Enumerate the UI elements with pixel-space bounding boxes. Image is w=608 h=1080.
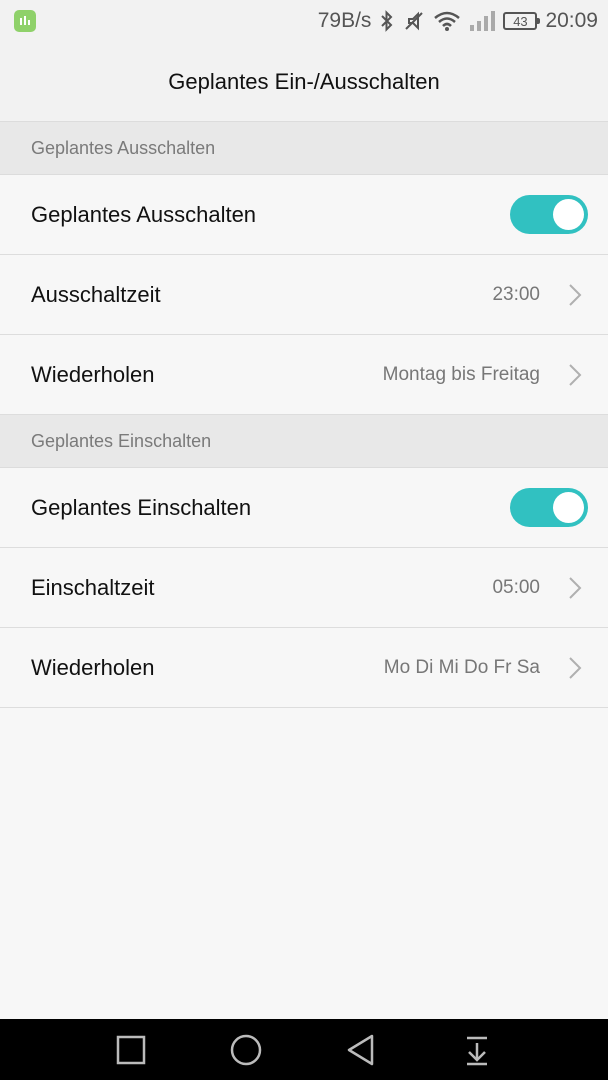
wifi-icon (434, 11, 461, 31)
page-title: Geplantes Ein-/Ausschalten (168, 68, 440, 94)
navigation-bar (0, 1019, 608, 1080)
section-header-label: Geplantes Ausschalten (31, 137, 216, 158)
battery-icon: 43 (503, 12, 541, 30)
bluetooth-icon (381, 10, 393, 32)
row-label: Geplantes Einschalten (31, 495, 252, 520)
shutdown-toggle-switch[interactable] (510, 195, 588, 234)
row-label: Wiederholen (31, 655, 155, 680)
row-value: Mo Di Mi Do Fr Sa (383, 657, 540, 678)
app-notification-icon (14, 10, 36, 32)
startup-time-row[interactable]: Einschaltzeit 05:00 (0, 548, 608, 628)
recent-apps-icon[interactable] (114, 1033, 148, 1067)
chevron-right-icon (569, 284, 582, 306)
toggle-knob (553, 492, 584, 523)
back-icon[interactable] (344, 1033, 378, 1067)
row-label: Wiederholen (31, 362, 155, 387)
startup-toggle-row[interactable]: Geplantes Einschalten (0, 468, 608, 548)
silent-icon (405, 11, 424, 31)
signal-icon (470, 11, 496, 31)
section-header-label: Geplantes Einschalten (31, 430, 212, 451)
startup-repeat-row[interactable]: Wiederholen Mo Di Mi Do Fr Sa (0, 628, 608, 708)
row-label: Ausschaltzeit (31, 282, 161, 307)
chevron-right-icon (569, 364, 582, 386)
clock: 20:09 (545, 9, 598, 32)
shutdown-toggle-row[interactable]: Geplantes Ausschalten (0, 175, 608, 255)
shutdown-time-row[interactable]: Ausschaltzeit 23:00 (0, 255, 608, 335)
shutdown-repeat-row[interactable]: Wiederholen Montag bis Freitag (0, 335, 608, 415)
row-value: 23:00 (492, 284, 540, 305)
section-header-startup: Geplantes Einschalten (0, 415, 608, 468)
chevron-right-icon (569, 657, 582, 679)
network-speed: 79B/s (317, 9, 372, 32)
row-value: Montag bis Freitag (382, 364, 540, 385)
notification-pull-icon[interactable] (460, 1033, 494, 1067)
section-header-shutdown: Geplantes Ausschalten (0, 122, 608, 175)
row-label: Geplantes Ausschalten (31, 202, 257, 227)
page-title-bar: Geplantes Ein-/Ausschalten (0, 42, 608, 122)
status-bar: 79B/s 43 20:09 (0, 0, 608, 42)
row-label: Einschaltzeit (31, 575, 155, 600)
chevron-right-icon (569, 577, 582, 599)
row-value: 05:00 (492, 577, 540, 598)
home-icon[interactable] (229, 1033, 263, 1067)
battery-level: 43 (513, 13, 528, 29)
toggle-knob (553, 199, 584, 230)
startup-toggle-switch[interactable] (510, 488, 588, 527)
